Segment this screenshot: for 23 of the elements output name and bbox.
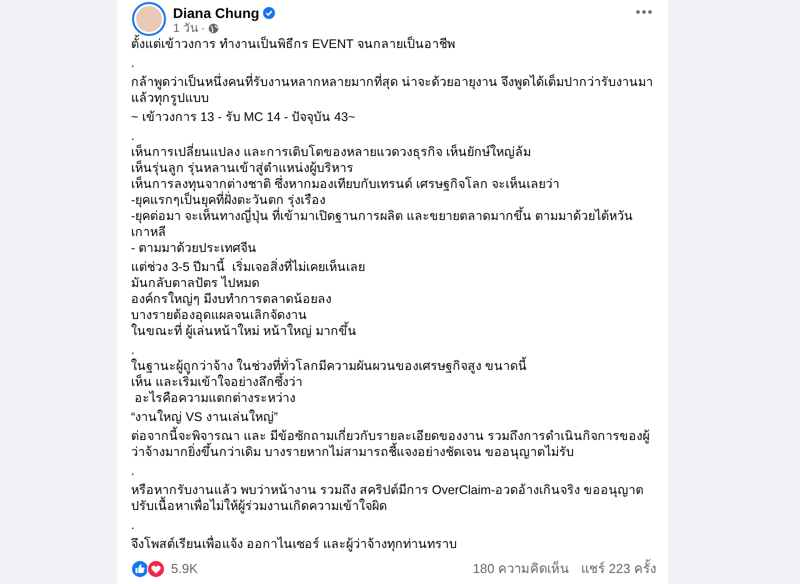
author-name[interactable]: Diana Chung bbox=[173, 5, 260, 21]
comment-count[interactable]: 180 ความคิดเห็น bbox=[472, 560, 570, 578]
separator-dot: · bbox=[201, 21, 206, 35]
reaction-count[interactable]: 5.9K bbox=[171, 560, 198, 578]
post-paragraph: . เห็นการเปลี่ยนแปลง และการเติบโตของหลายแวดวงธุรกิจ เห็นยักษ์ใหญ่ล้ม เห็นรุ่นลูก รุ่นหลานเข้าสู่ตำแหน่งผู้บริหาร เห็นการลงทุนจากต่างชาติ ซึ่งหากมองเทียบกับเทรนด์ เศรษฐกิจโลก จะเห็นเลยว่า -ยุคแรกๆเป็นยุคที่ฝั่งตะวันตก รุ่งเรือง -ยุคต่อมา จะเห็นทางญี่ปุ่น ที่เข้ามาเปิดฐานการผลิต และขยายตลาดมากขึ้น ตามมาด้วยไต้หวัน เกาหลี - ตามมาด้วยประเทศจีน bbox=[131, 128, 634, 256]
post-paragraph: . bbox=[131, 517, 136, 533]
post-paragraph: กล้าพูดว่าเป็นหนึ่งคนที่รับงานหลากหลายมากที่สุด น่าจะด้วยอายุงาน จึงพูดได้เต็มปากว่ารับงานมาแล้วทุกรูปแบบ bbox=[131, 74, 654, 106]
post-paragraph: . bbox=[131, 55, 136, 71]
post-paragraph: ต่อจากนี้จะพิจารณา และ มีข้อซักถามเกี่ยวกับรายละเอียดของงาน รวมถึงการดำเนินกิจการของผู้ว่าจ้างมากยิ่งขึ้นกว่าเดิม บางรายหากไม่สามารถชี้แจงอย่างชัดเจน ขออนุญาตไม่รับ bbox=[131, 428, 656, 460]
post-paragraph: หรือหากรับงานแล้ว พบว่าหน้างาน รวมถึง สคริปต์มีการ OverClaim-อวดอ้างเกินจริง ขออนุญาตปรับเนื้อหาเพื่อไม่ให้ผู้ร่วมงานเกิดความเข้าใจผิด bbox=[131, 482, 645, 514]
globe-icon bbox=[208, 23, 220, 34]
post-paragraph: แต่ช่วง 3-5 ปีมานี้ เริ่มเจอสิ่งที่ไม่เคยเห็นเลย มันกลับตาลปัตร ไปหมด องค์กรใหญ่ๆ มีงบทำการตลาดน้อยลง บางรายต้องอุดแผลจนเลิกจัดงาน ในขณะที่ ผู้เล่นหน้าใหม่ หน้าใหญ่ มากขึ้น bbox=[131, 259, 656, 339]
avatar[interactable] bbox=[132, 2, 166, 36]
post-paragraph: . ในฐานะผู้ถูกว่าจ้าง ในช่วงที่ทั่วโลกมีความผันผวนของเศรษฐกิจสูง ขนาดนี้ เห็น และเริ่มเข้าใจอย่างลึกซึ้งว่า อะไรคือความแตกต่างระหว่าง bbox=[131, 342, 528, 406]
like-icon[interactable] bbox=[131, 560, 149, 578]
ellipsis-icon bbox=[636, 10, 652, 14]
post-paragraph: ตั้งแต่เข้าวงการ ทำงานเป็นพิธีกร EVENT จนกลายเป็นอาชีพ bbox=[131, 36, 656, 52]
post-time[interactable]: 1 วัน bbox=[173, 21, 198, 36]
post-paragraph: จึงโพสต์เรียนเพื่อแจ้ง ออกาไนเซอร์ และผู้ว่าจ้างทุกท่านทราบ bbox=[131, 536, 458, 552]
post-paragraph: ~ เข้าวงการ 13 - รับ MC 14 - ปัจจุบัน 43~ bbox=[131, 109, 356, 125]
post-paragraph: “งานใหญ่ VS งานเล่นใหญ่” bbox=[131, 409, 279, 425]
share-count[interactable]: แชร์ 223 ครั้ง bbox=[581, 560, 656, 578]
post-paragraph: . bbox=[131, 463, 136, 479]
